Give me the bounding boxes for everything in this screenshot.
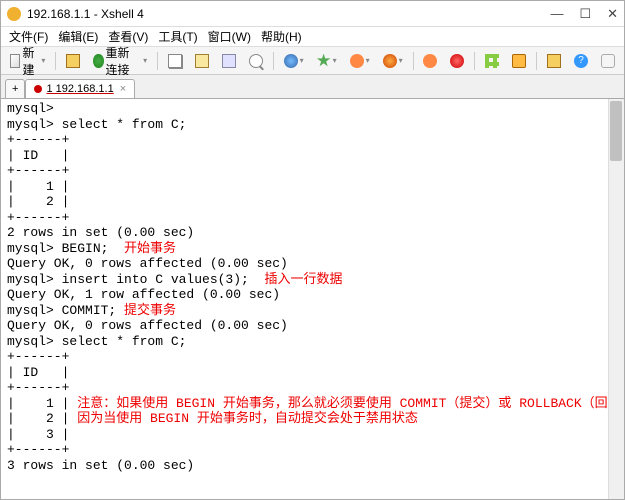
terminal-line: | ID | <box>7 365 618 381</box>
bubble-icon <box>601 54 615 68</box>
terminal-line: mysql> COMMIT; 提交事务 <box>7 303 618 319</box>
menu-window[interactable]: 窗口(W) <box>204 28 255 45</box>
terminal-line: mysql> select * from C; <box>7 117 618 133</box>
app-icon <box>7 7 21 21</box>
tab-session[interactable]: 1 192.168.1.1 × <box>25 79 135 98</box>
lock-icon <box>512 54 526 68</box>
terminal-line: | 1 | <box>7 179 618 195</box>
help-icon: ? <box>574 54 588 68</box>
maximize-button[interactable]: ☐ <box>579 6 591 22</box>
window-title: 192.168.1.1 - Xshell 4 <box>27 7 550 21</box>
terminal-line: +------+ <box>7 210 618 226</box>
new-icon <box>10 54 20 68</box>
globe-icon <box>284 54 298 68</box>
terminal-line: | 1 | 注意：如果使用 BEGIN 开始事务，那么就必须要使用 COMMIT… <box>7 396 618 412</box>
terminal-line: mysql> insert into C values(3); 插入一行数据 <box>7 272 618 288</box>
color-button[interactable]: ▾ <box>345 51 375 71</box>
font-button[interactable]: ▾ <box>378 51 408 71</box>
paste-button[interactable] <box>190 51 214 71</box>
properties-icon <box>222 54 236 68</box>
copy-icon <box>168 54 182 68</box>
layout-button[interactable] <box>480 51 504 71</box>
tab-label: 1 192.168.1.1 <box>46 83 113 95</box>
terminal-line: mysql> BEGIN; 开始事务 <box>7 241 618 257</box>
dropdown-icon: ▾ <box>366 56 370 65</box>
separator <box>413 52 414 70</box>
connection-status-icon <box>34 85 42 93</box>
search-button[interactable] <box>244 51 268 71</box>
folder-icon <box>66 54 80 68</box>
grid-icon <box>485 54 499 68</box>
toolbar: 新建▾ 重新连接▾ ▾ ▾ ▾ ▾ ? <box>1 47 624 75</box>
dropdown-icon: ▾ <box>300 56 304 65</box>
tab-close-button[interactable]: × <box>120 83 126 95</box>
about-button[interactable] <box>596 51 620 71</box>
transfer-button[interactable] <box>542 51 566 71</box>
scrollbar[interactable] <box>608 99 624 499</box>
menu-tools[interactable]: 工具(T) <box>154 28 201 45</box>
terminal-line: | 2 | <box>7 194 618 210</box>
copy-button[interactable] <box>163 51 187 71</box>
terminal-line: +------+ <box>7 163 618 179</box>
terminal-line: mysql> select * from C; <box>7 334 618 350</box>
new-tab-button[interactable]: + <box>5 79 25 98</box>
lock-button[interactable] <box>507 51 531 71</box>
plus-icon: + <box>12 83 18 95</box>
terminal-line: | 3 | <box>7 427 618 443</box>
terminal[interactable]: mysql>mysql> select * from C;+------+| I… <box>1 99 624 499</box>
separator <box>536 52 537 70</box>
separator <box>474 52 475 70</box>
separator <box>157 52 158 70</box>
open-button[interactable] <box>61 51 85 71</box>
fire-icon <box>423 54 437 68</box>
spark-icon <box>350 54 364 68</box>
terminal-line: 3 rows in set (0.00 sec) <box>7 458 618 474</box>
terminal-line: Query OK, 1 row affected (0.00 sec) <box>7 287 618 303</box>
properties-button[interactable] <box>217 51 241 71</box>
dropdown-icon: ▾ <box>399 56 403 65</box>
red-dot-icon <box>450 54 464 68</box>
node-icon <box>383 54 397 68</box>
minimize-button[interactable]: — <box>550 6 563 21</box>
window-titlebar: 192.168.1.1 - Xshell 4 — ☐ ✕ <box>1 1 624 27</box>
terminal-line: Query OK, 0 rows affected (0.00 sec) <box>7 318 618 334</box>
favorites-button[interactable]: ▾ <box>312 51 342 71</box>
terminal-line: +------+ <box>7 380 618 396</box>
scroll-thumb[interactable] <box>610 101 622 161</box>
help-button[interactable]: ? <box>569 51 593 71</box>
terminal-line: | ID | <box>7 148 618 164</box>
paste-icon <box>195 54 209 68</box>
transfer-icon <box>547 54 561 68</box>
reconnect-label: 重新连接 <box>106 44 142 78</box>
reconnect-icon <box>93 54 103 68</box>
terminal-line: Query OK, 0 rows affected (0.00 sec) <box>7 256 618 272</box>
tabbar: + 1 192.168.1.1 × <box>1 75 624 99</box>
separator <box>55 52 56 70</box>
script-button[interactable] <box>418 51 442 71</box>
terminal-line: mysql> <box>7 101 618 117</box>
terminal-line: | 2 | 因为当使用 BEGIN 开始事务时，自动提交会处于禁用状态 <box>7 411 618 427</box>
search-icon <box>249 54 263 68</box>
dropdown-icon: ▾ <box>333 56 337 65</box>
new-label: 新建 <box>22 44 39 78</box>
close-button[interactable]: ✕ <box>607 6 618 22</box>
separator <box>273 52 274 70</box>
terminal-line: 2 rows in set (0.00 sec) <box>7 225 618 241</box>
terminal-line: +------+ <box>7 132 618 148</box>
terminal-line: +------+ <box>7 442 618 458</box>
dropdown-icon: ▾ <box>41 56 45 65</box>
session-button[interactable] <box>445 51 469 71</box>
menu-help[interactable]: 帮助(H) <box>257 28 306 45</box>
star-icon <box>317 54 331 68</box>
dropdown-icon: ▾ <box>143 56 147 65</box>
terminal-line: +------+ <box>7 349 618 365</box>
globe-button[interactable]: ▾ <box>279 51 309 71</box>
